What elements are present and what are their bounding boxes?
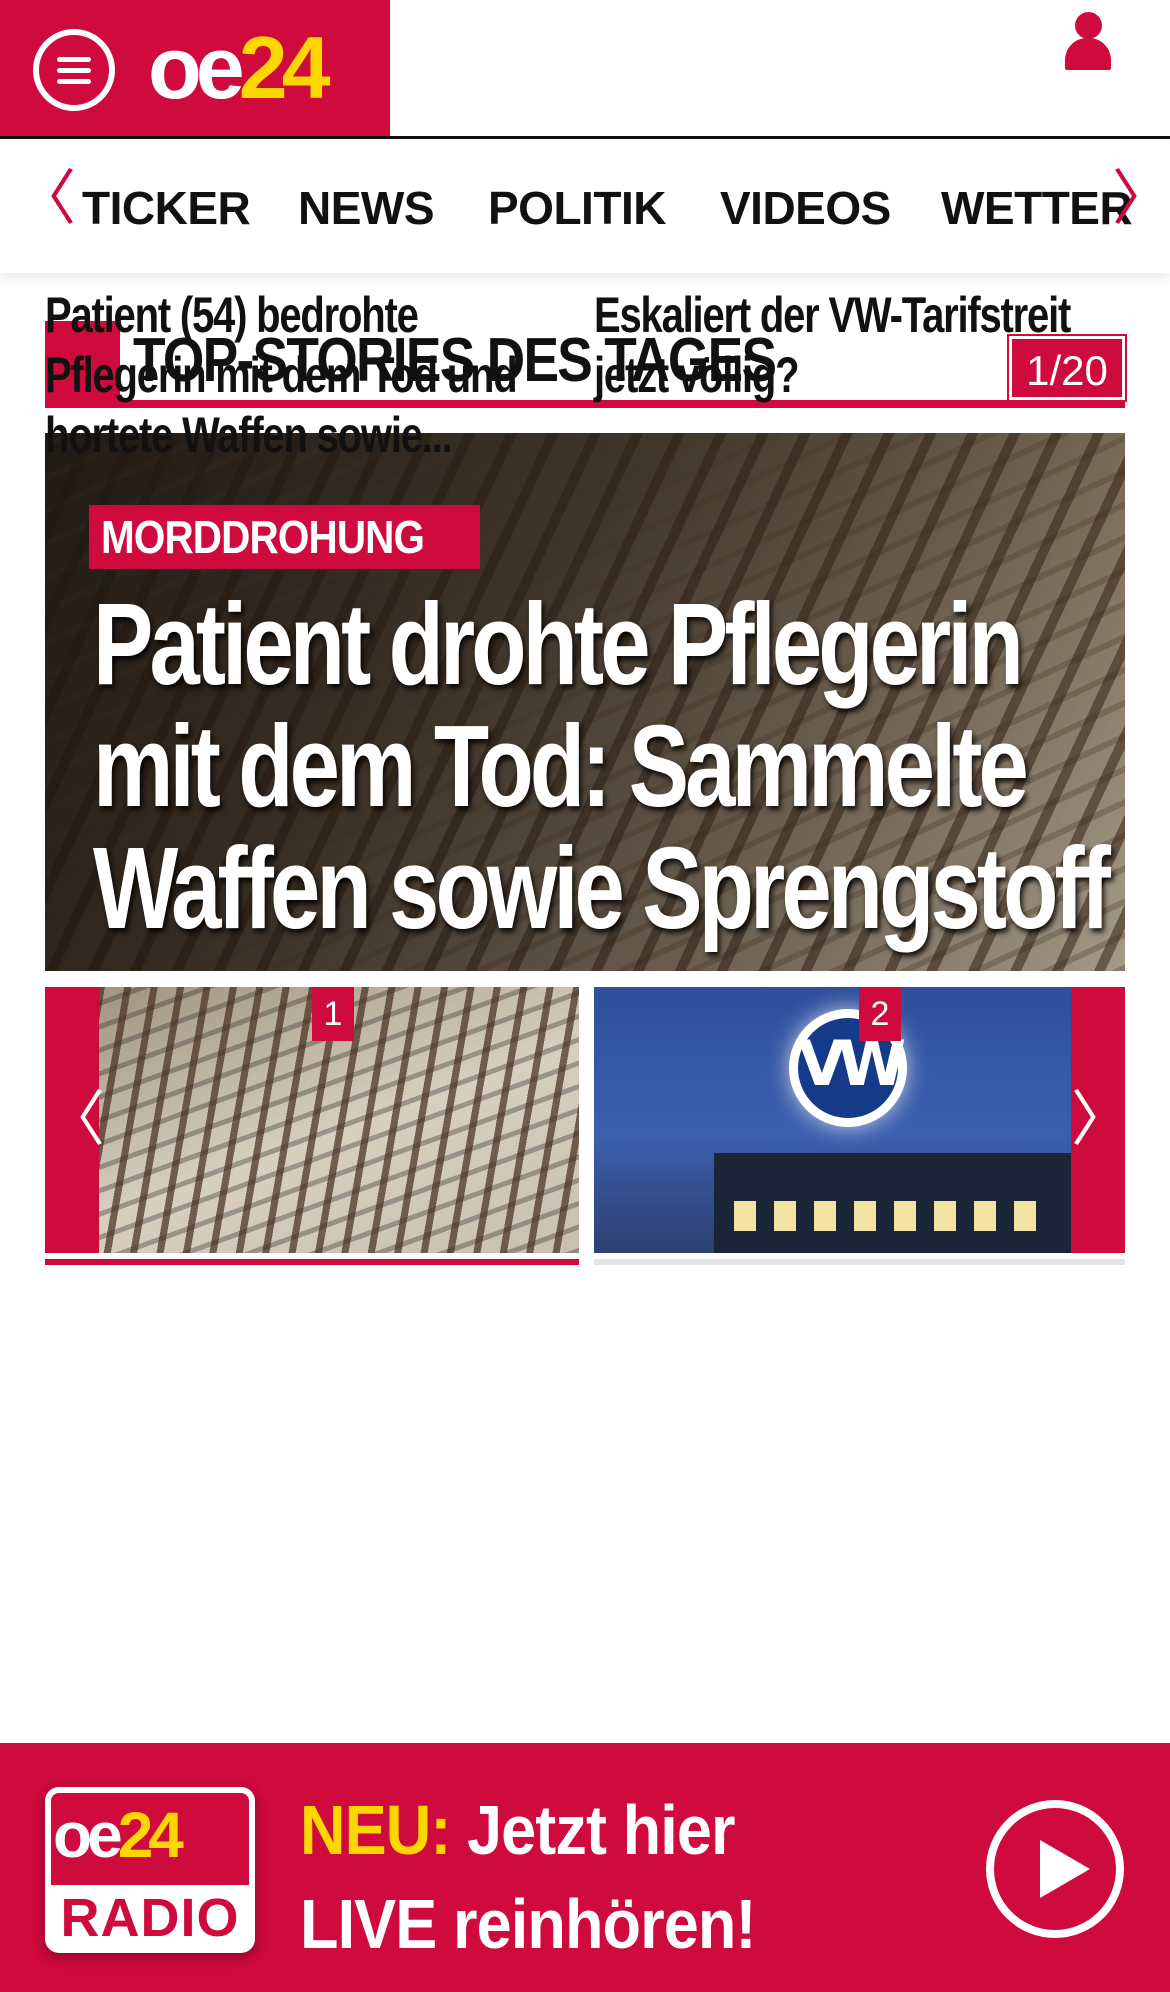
- nav-item-videos[interactable]: VIDEOS: [720, 181, 891, 235]
- radio-logo-label: RADIO: [60, 1888, 240, 1948]
- radio-line2: LIVE reinhören!: [300, 1885, 756, 1963]
- card-number-badge: 1: [312, 987, 354, 1041]
- nav-item-ticker[interactable]: TICKER: [82, 181, 251, 235]
- card-title[interactable]: Patient (54) bedrohte Pflegerin mit dem …: [45, 285, 577, 465]
- nav-item-news[interactable]: NEWS: [298, 181, 435, 235]
- radio-banner[interactable]: oe24 RADIO NEU: Jetzt hier LIVE reinhöre…: [0, 1743, 1170, 1992]
- hero-kicker: MORDDROHUNG: [89, 505, 481, 569]
- card-title[interactable]: Eskaliert der VW-Tarifstreit jetzt völli…: [594, 285, 1126, 405]
- radio-line1: Jetzt hier: [467, 1791, 735, 1869]
- nav-next-arrow-icon[interactable]: 〉: [1112, 169, 1170, 229]
- carousel-card[interactable]: VW 2: [594, 987, 1125, 1265]
- card-number-badge: 2: [859, 987, 901, 1041]
- play-icon[interactable]: [986, 1800, 1124, 1938]
- nav-item-wetter[interactable]: WETTER: [941, 181, 1133, 235]
- logo-oe-text: oe: [148, 18, 245, 117]
- category-nav: 〈 TICKER NEWS POLITIK VIDEOS WETTER 〉: [0, 139, 1170, 273]
- carousel-card[interactable]: 1: [45, 987, 579, 1265]
- card-active-bar: [45, 1259, 579, 1265]
- brand-block: oe24: [0, 0, 390, 136]
- building-graphic: [714, 1153, 1125, 1253]
- site-logo[interactable]: oe24: [148, 18, 331, 118]
- hero-story[interactable]: MORDDROHUNG Patient drohte Pflegerin mit…: [45, 433, 1125, 971]
- story-carousel: 1 VW 2 〈 〉: [45, 987, 1131, 1265]
- logo-24-text: 24: [238, 18, 331, 117]
- nav-item-politik[interactable]: POLITIK: [488, 181, 666, 235]
- user-account-icon[interactable]: [1063, 12, 1113, 70]
- radio-new-label: NEU:: [300, 1791, 451, 1869]
- carousel-prev-arrow-icon[interactable]: 〈: [45, 987, 105, 1253]
- hamburger-menu-icon[interactable]: [33, 29, 115, 111]
- radio-logo: oe24 RADIO: [45, 1787, 255, 1953]
- nav-prev-arrow-icon[interactable]: 〈: [16, 169, 76, 229]
- radio-promo-text[interactable]: NEU: Jetzt hier LIVE reinhören!: [300, 1783, 885, 1971]
- site-header: oe24: [0, 0, 1170, 139]
- carousel-next-arrow-icon[interactable]: 〉: [1071, 987, 1131, 1253]
- card-inactive-bar: [594, 1259, 1125, 1265]
- hero-headline[interactable]: Patient drohte Pflegerin mit dem Tod: Sa…: [93, 583, 1123, 949]
